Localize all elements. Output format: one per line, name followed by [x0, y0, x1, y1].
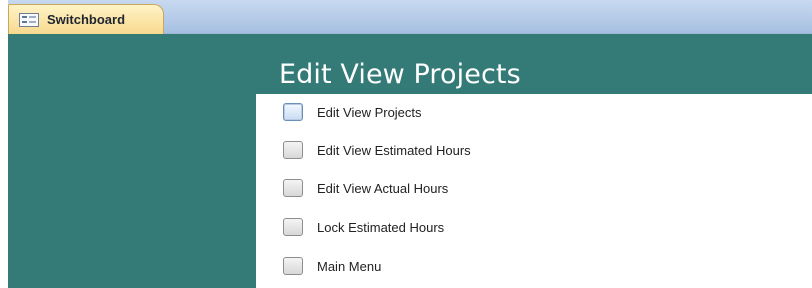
- switchboard-item-main-menu[interactable]: Main Menu: [283, 255, 381, 277]
- switchboard-items-panel: Edit View Projects Edit View Estimated H…: [256, 94, 812, 288]
- switchboard-tab[interactable]: Switchboard: [8, 4, 164, 34]
- command-button-icon[interactable]: [283, 179, 303, 197]
- switchboard-item-edit-view-actual-hours[interactable]: Edit View Actual Hours: [283, 177, 448, 199]
- page-title: Edit View Projects: [279, 59, 521, 90]
- switchboard-item-edit-view-estimated-hours[interactable]: Edit View Estimated Hours: [283, 139, 471, 161]
- switchboard-item-label[interactable]: Edit View Projects: [317, 105, 422, 120]
- command-button-icon[interactable]: [283, 103, 303, 121]
- switchboard-item-lock-estimated-hours[interactable]: Lock Estimated Hours: [283, 216, 444, 238]
- switchboard-item-label[interactable]: Edit View Actual Hours: [317, 181, 448, 196]
- command-button-icon[interactable]: [283, 218, 303, 236]
- switchboard-form: Edit View Projects Edit View Projects Ed…: [8, 34, 812, 288]
- access-window: Switchboard Edit View Projects Edit View…: [0, 0, 812, 288]
- document-tab-bar: Switchboard: [8, 0, 812, 34]
- command-button-icon[interactable]: [283, 141, 303, 159]
- switchboard-item-label[interactable]: Main Menu: [317, 259, 381, 274]
- tab-label: Switchboard: [47, 12, 126, 27]
- command-button-icon[interactable]: [283, 257, 303, 275]
- switchboard-item-label[interactable]: Lock Estimated Hours: [317, 220, 444, 235]
- switchboard-item-edit-view-projects[interactable]: Edit View Projects: [283, 101, 422, 123]
- switchboard-item-label[interactable]: Edit View Estimated Hours: [317, 143, 471, 158]
- form-icon: [19, 12, 39, 27]
